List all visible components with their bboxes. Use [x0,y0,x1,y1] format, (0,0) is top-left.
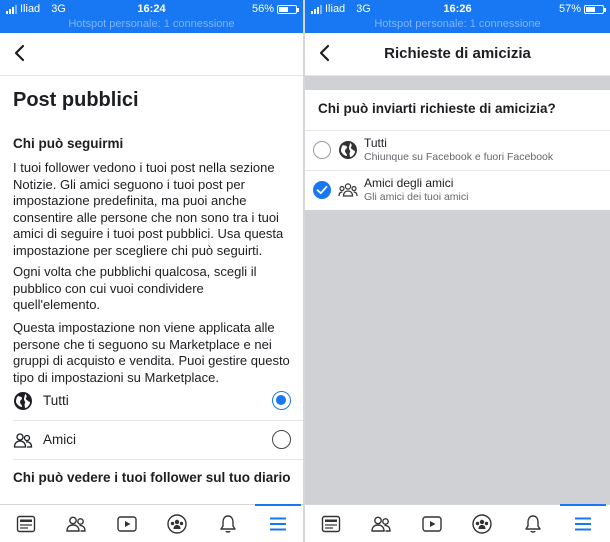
tab-bar [0,504,303,542]
news-feed-icon [16,515,36,532]
menu-icon [270,517,286,530]
tab-bar [305,504,610,542]
page-title: Post pubblici [13,89,139,111]
tab-friends[interactable] [51,505,101,542]
section-title-followers: Chi può seguirmi [13,136,124,151]
tab-watch[interactable] [102,505,152,542]
nav-header [0,33,303,76]
option-label: Tutti [364,136,387,150]
battery-percent: 57% [558,3,581,15]
hotspot-banner[interactable]: Hotspot personale: 1 connessione [0,18,303,30]
radio-everyone[interactable] [313,141,331,159]
tab-notifications[interactable] [203,505,253,542]
header-title: Richieste di amicizia [384,45,531,62]
option-label: Amici degli amici [364,176,454,190]
friends-icon [371,516,391,532]
tab-news-feed[interactable] [1,505,51,542]
tab-menu[interactable] [558,504,608,542]
back-arrow-icon[interactable] [9,42,31,64]
radio-friends[interactable] [272,430,291,449]
friends-icon [13,433,33,448]
tab-notifications[interactable] [508,505,558,542]
description-paragraph: I tuoi follower vedono i tuoi post nella… [13,160,284,258]
tab-groups[interactable] [457,505,507,542]
watch-icon [117,515,137,532]
tab-groups[interactable] [152,505,202,542]
battery-icon [584,4,606,14]
tab-watch[interactable] [407,505,457,542]
section-title-followers-visibility: Chi può vedere i tuoi follower sul tuo d… [13,470,291,485]
description-paragraph: Questa impostazione non viene applicata … [13,320,290,385]
option-label: Tutti [43,393,69,408]
tab-menu[interactable] [253,504,303,542]
audience-option-everyone[interactable]: Tutti [0,382,303,420]
friends-icon [66,516,86,532]
gray-spacer [305,76,610,90]
right-screen: Iliad 3G 16:26 57% Hotspot personale: 1 … [305,0,610,542]
news-feed-icon [321,515,341,532]
left-screen: Iliad 3G 16:24 56% Hotspot personale: 1 … [0,0,303,542]
question-title: Chi può inviarti richieste di amicizia? [318,101,556,116]
groups-icon [472,513,492,534]
request-option-friends-of-friends[interactable]: Amici degli amici Gli amici dei tuoi ami… [305,171,610,210]
nav-header: Richieste di amicizia [305,33,610,76]
notifications-icon [525,514,541,533]
checkmark-icon [316,185,327,194]
option-label: Amici [43,432,76,447]
menu-icon [575,517,591,530]
description-paragraph: Ogni volta che pubblichi qualcosa, scegl… [13,264,257,312]
audience-option-friends[interactable]: Amici [0,421,303,459]
battery-percent: 56% [251,3,274,15]
battery-icon [277,4,299,14]
tab-news-feed[interactable] [306,505,356,542]
option-sublabel: Chiunque su Facebook e fuori Facebook [364,151,554,163]
request-option-everyone[interactable]: Tutti Chiunque su Facebook e fuori Faceb… [305,131,610,170]
friends-icon [338,183,358,197]
status-bar: Iliad 3G 16:26 57% Hotspot personale: 1 … [305,0,610,33]
status-bar: Iliad 3G 16:24 56% Hotspot personale: 1 … [0,0,303,33]
groups-icon [167,513,187,534]
globe-icon [339,141,357,159]
watch-icon [422,515,442,532]
tab-friends[interactable] [356,505,406,542]
empty-gray-area [305,210,610,504]
option-sublabel: Gli amici dei tuoi amici [364,191,469,203]
radio-everyone[interactable] [272,391,291,410]
notifications-icon [220,514,236,533]
hotspot-banner[interactable]: Hotspot personale: 1 connessione [305,18,610,30]
globe-icon [14,392,32,410]
radio-friends-of-friends[interactable] [313,181,331,199]
divider [13,459,303,460]
